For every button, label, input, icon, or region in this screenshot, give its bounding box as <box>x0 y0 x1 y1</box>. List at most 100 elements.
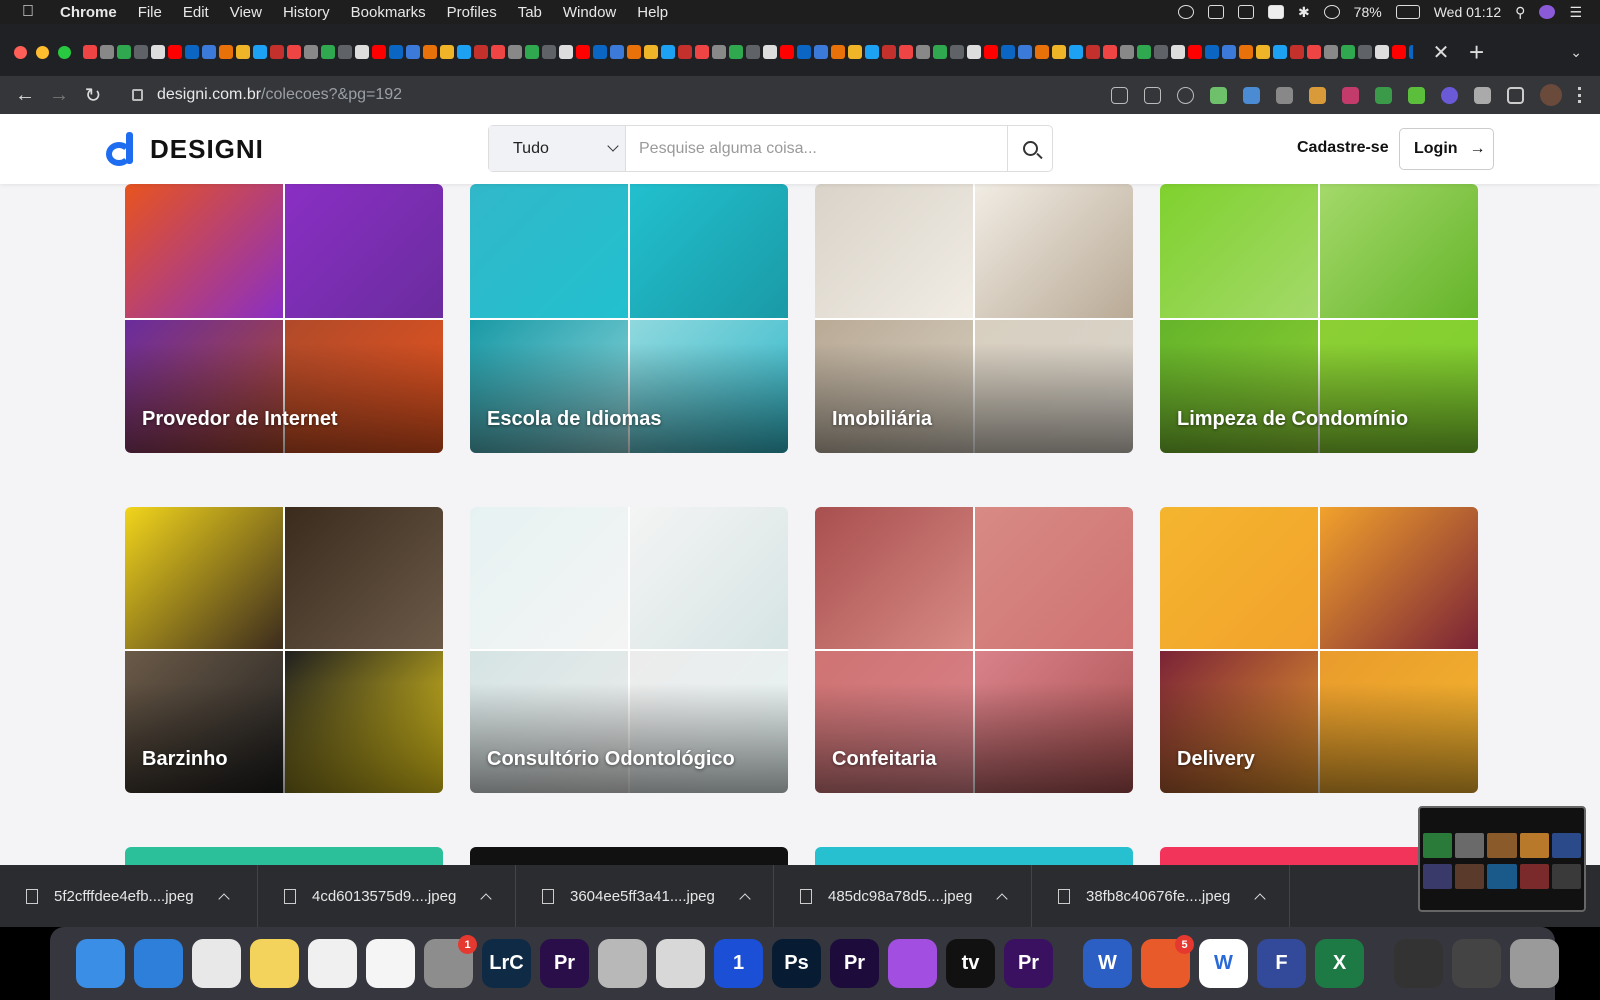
collection-card[interactable]: Provedor de Internet <box>125 184 443 453</box>
tab-favicon-icon[interactable] <box>882 45 896 59</box>
address-bar[interactable]: designi.com.br/colecoes?&pg=192 <box>120 80 1040 110</box>
tab-favicon-icon[interactable] <box>1392 45 1406 59</box>
tab-favicon-icon[interactable] <box>950 45 964 59</box>
zoom-window-icon[interactable] <box>58 45 71 59</box>
tab-favicon-icon[interactable] <box>1290 45 1304 59</box>
login-button[interactable]: Login → <box>1399 128 1494 170</box>
tab-favicon-icon[interactable] <box>1324 45 1338 59</box>
lock-icon[interactable] <box>132 89 143 101</box>
extension-5-icon[interactable] <box>1375 86 1392 104</box>
tab-favicon-icon[interactable] <box>1375 45 1389 59</box>
collection-card[interactable]: Imobiliária <box>815 184 1133 453</box>
mountain-icon[interactable] <box>1237 5 1254 19</box>
premiere-pro-3-icon[interactable]: Pr <box>1004 939 1053 988</box>
download-item[interactable]: 38fb8c40676fe....jpeg <box>1032 865 1290 927</box>
search-category-select[interactable]: Tudo <box>489 126 626 171</box>
chrome-icon[interactable] <box>192 939 241 988</box>
tab-favicon-icon[interactable] <box>1188 45 1202 59</box>
tab-favicon-icon[interactable] <box>389 45 403 59</box>
f-app-icon[interactable]: F <box>1257 939 1306 988</box>
collection-card-partial[interactable] <box>815 847 1133 865</box>
siri-icon[interactable] <box>1539 5 1556 19</box>
tab-favicon-icon[interactable] <box>1256 45 1270 59</box>
t-app-icon[interactable] <box>1267 5 1284 19</box>
tab-favicon-icon[interactable] <box>440 45 454 59</box>
tab-favicon-icon[interactable] <box>100 45 114 59</box>
extension-1-icon[interactable] <box>1210 86 1227 104</box>
tab-favicon-icon[interactable] <box>253 45 267 59</box>
tab-favicon-icon[interactable] <box>1137 45 1151 59</box>
menu-history[interactable]: History <box>283 4 330 21</box>
tab-favicon-icon[interactable] <box>831 45 845 59</box>
tab-favicon-icon[interactable] <box>1069 45 1083 59</box>
battery-icon[interactable] <box>1395 5 1420 19</box>
w-app-icon[interactable]: W <box>1199 939 1248 988</box>
tab-favicon-icon[interactable] <box>474 45 488 59</box>
gmail-extension-icon[interactable] <box>1276 86 1293 104</box>
back-icon[interactable]: ← <box>8 84 42 107</box>
screenshot-thumb-icon[interactable] <box>1394 939 1443 988</box>
tab-favicon-icon[interactable] <box>1358 45 1372 59</box>
tab-favicon-icon[interactable] <box>1001 45 1015 59</box>
tab-favicon-icon[interactable] <box>134 45 148 59</box>
tab-favicon-icon[interactable] <box>1035 45 1049 59</box>
tab-search-icon[interactable]: ⌄ <box>1570 44 1582 61</box>
tab-favicon-icon[interactable] <box>746 45 760 59</box>
menu-app-name[interactable]: Chrome <box>60 4 117 21</box>
tab-favicon-icon[interactable] <box>1052 45 1066 59</box>
tab-favicon-icon[interactable] <box>168 45 182 59</box>
tab-favicon-icon[interactable] <box>865 45 879 59</box>
collection-card[interactable]: Escola de Idiomas <box>470 184 788 453</box>
extension-6-icon[interactable] <box>1441 86 1458 104</box>
close-tab-icon[interactable]: ✕ <box>1427 40 1455 65</box>
safari-icon[interactable] <box>134 939 183 988</box>
tab-favicon-icon[interactable] <box>185 45 199 59</box>
tab-favicon-icon[interactable] <box>712 45 726 59</box>
bluetooth-icon[interactable]: ✱ <box>1298 4 1310 21</box>
tab-favicon-icon[interactable] <box>814 45 828 59</box>
tab-favicon-icon[interactable] <box>372 45 386 59</box>
menu-edit[interactable]: Edit <box>183 4 209 21</box>
tab-favicon-icon[interactable] <box>423 45 437 59</box>
tab-favicon-icon[interactable] <box>321 45 335 59</box>
reload-icon[interactable]: ↻ <box>76 83 110 108</box>
finder-icon[interactable] <box>76 939 125 988</box>
battery-percent[interactable]: 78% <box>1354 4 1382 20</box>
new-tab-icon[interactable]: + <box>1469 37 1484 68</box>
tab-favicon-icon[interactable] <box>797 45 811 59</box>
display-icon[interactable] <box>1207 5 1224 19</box>
textedit-icon[interactable] <box>308 939 357 988</box>
collection-card[interactable]: Delivery <box>1160 507 1478 793</box>
extension-3-icon[interactable] <box>1309 86 1326 104</box>
premiere-pro-2-icon[interactable]: Pr <box>830 939 879 988</box>
tab-favicon-icon[interactable] <box>984 45 998 59</box>
forward-icon[interactable]: → <box>42 84 76 107</box>
tab-favicon-icon[interactable] <box>1409 45 1413 59</box>
tab-favicon-icon[interactable] <box>117 45 131 59</box>
chrome-menu-icon[interactable] <box>1578 87 1582 103</box>
download-extension-icon[interactable] <box>1408 86 1425 104</box>
bookmark-star-icon[interactable] <box>1177 86 1194 104</box>
sidebar-icon[interactable] <box>1507 86 1524 104</box>
tab-favicon-icon[interactable] <box>236 45 250 59</box>
chevron-up-icon[interactable] <box>480 892 492 905</box>
tab-favicon-icon[interactable] <box>1086 45 1100 59</box>
tab-favicon-icon[interactable] <box>1222 45 1236 59</box>
screenshot-thumb-2-icon[interactable] <box>1452 939 1501 988</box>
screenshot-preview-thumbnail[interactable] <box>1418 806 1586 912</box>
tab-favicon-icon[interactable] <box>338 45 352 59</box>
minimize-window-icon[interactable] <box>36 45 49 59</box>
tab-favicon-icon[interactable] <box>1239 45 1253 59</box>
tab-favicon-icon[interactable] <box>627 45 641 59</box>
tab-favicon-icon[interactable] <box>1307 45 1321 59</box>
control-center-icon[interactable]: ☰ <box>1569 4 1582 21</box>
extension-2-icon[interactable] <box>1243 86 1260 104</box>
download-item[interactable]: 485dc98a78d5....jpeg <box>774 865 1032 927</box>
collection-card[interactable]: Limpeza de Condomínio <box>1160 184 1478 453</box>
tab-favicon-icon[interactable] <box>1205 45 1219 59</box>
tab-favicon-icon[interactable] <box>491 45 505 59</box>
tab-favicon-icon[interactable] <box>304 45 318 59</box>
collection-card[interactable]: Consultório Odontológico <box>470 507 788 793</box>
tab-favicon-icon[interactable] <box>729 45 743 59</box>
tab-favicon-icon[interactable] <box>355 45 369 59</box>
